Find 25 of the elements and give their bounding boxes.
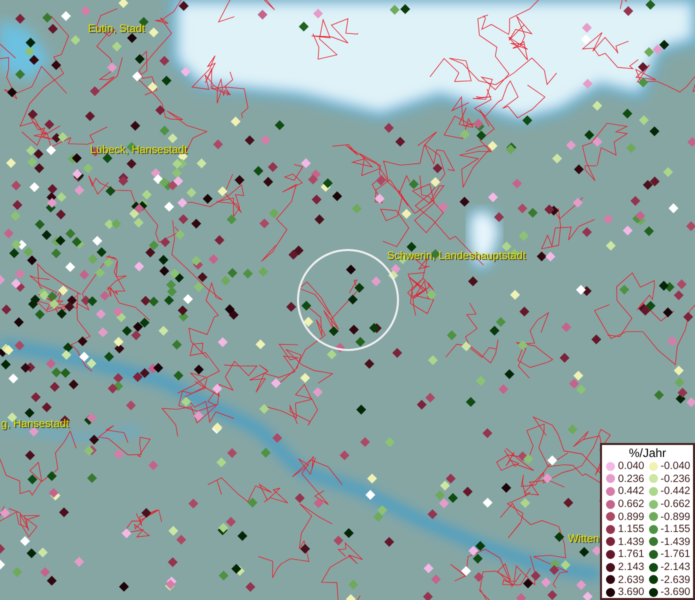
- legend-value: -0.236: [660, 472, 690, 485]
- legend-value: -1.761: [660, 548, 690, 560]
- legend-value: 1.761: [618, 548, 644, 560]
- place-label: g, Hansestadt: [1, 417, 69, 431]
- place-label: Witten: [568, 532, 600, 546]
- legend-value: -0.662: [660, 498, 690, 510]
- legend-value: 0.442: [618, 485, 644, 498]
- legend-value: 2.143: [618, 561, 644, 574]
- legend-title: %/Jahr: [628, 446, 668, 460]
- legend-value: -3.690: [660, 586, 690, 598]
- legend-value: 1.155: [618, 523, 644, 536]
- legend-value: -0.899: [660, 510, 690, 523]
- legend-value: -1.439: [660, 536, 690, 548]
- legend-value: -0.040: [660, 460, 690, 472]
- legend-value: -2.143: [660, 561, 690, 574]
- legend-value: -0.442: [660, 485, 690, 498]
- legend-value: 0.899: [618, 510, 644, 523]
- legend-value: 3.690: [618, 586, 644, 598]
- legend-value: 0.236: [618, 472, 644, 485]
- legend-value: 0.040: [618, 460, 644, 472]
- legend-value: 1.439: [618, 536, 644, 548]
- legend-value: -1.155: [660, 523, 690, 536]
- legend-value: -2.639: [660, 574, 690, 586]
- legend-value: 2.639: [618, 574, 644, 586]
- legend-value: 0.662: [618, 498, 644, 510]
